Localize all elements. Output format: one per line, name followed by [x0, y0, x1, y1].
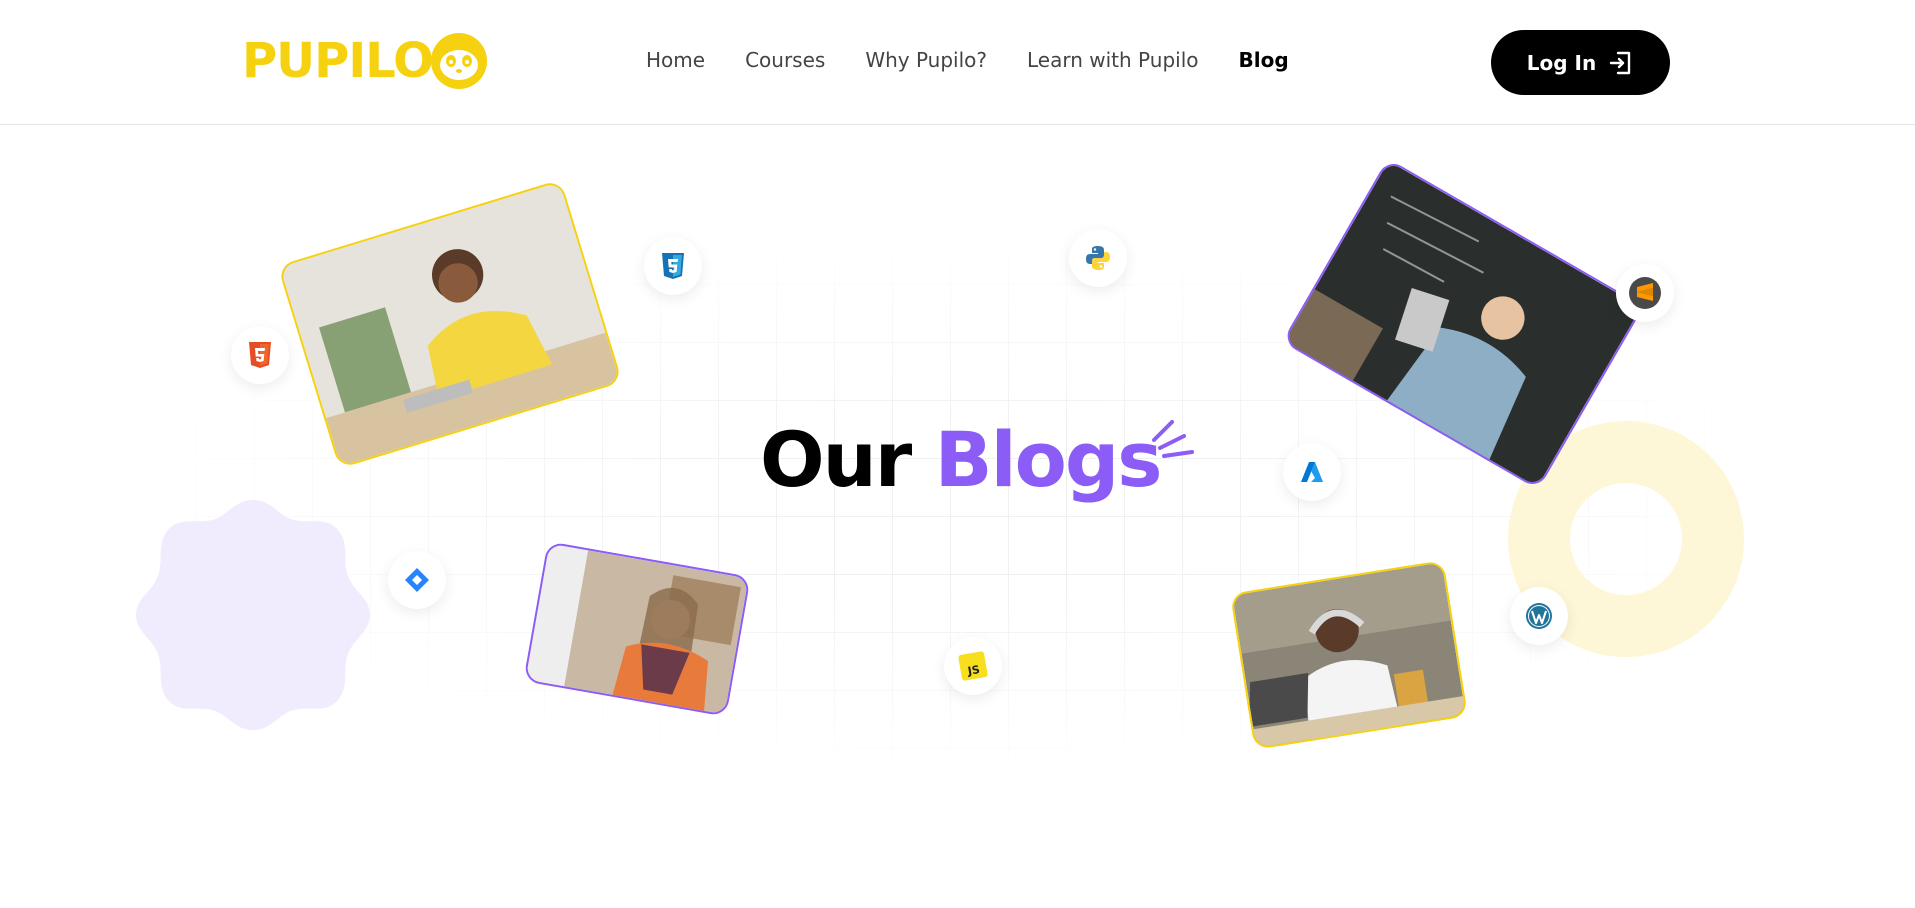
nav-home[interactable]: Home	[646, 48, 705, 72]
lavender-blob-decoration	[136, 500, 370, 730]
login-button[interactable]: Log In	[1491, 30, 1670, 95]
title-word-blogs: Blogs	[934, 415, 1163, 504]
title-word-our: Our	[760, 415, 912, 504]
css3-badge	[644, 237, 702, 295]
sublime-text-badge	[1616, 264, 1674, 322]
wordpress-badge	[1510, 587, 1568, 645]
python-icon	[1086, 246, 1110, 270]
azure-icon	[1301, 462, 1323, 482]
login-icon	[1610, 51, 1631, 74]
page-title: Our Blogs	[760, 414, 1163, 505]
svg-text:JS: JS	[966, 663, 981, 678]
boy-headphones-laptop-photo	[1229, 560, 1469, 750]
blog-hero: Our Blogs JS	[0, 126, 1915, 908]
jira-icon	[405, 568, 429, 592]
javascript-badge: JS	[944, 637, 1002, 695]
jira-badge	[388, 551, 446, 609]
html5-badge	[231, 326, 289, 384]
css3-icon	[662, 253, 684, 279]
logo-wordmark: PUPILO	[242, 33, 434, 89]
wordpress-icon	[1526, 603, 1552, 629]
nav-courses[interactable]: Courses	[745, 48, 825, 72]
nav-why-pupilo[interactable]: Why Pupilo?	[865, 48, 987, 72]
azure-badge	[1283, 443, 1341, 501]
nav-blog[interactable]: Blog	[1239, 48, 1289, 72]
python-badge	[1069, 229, 1127, 287]
javascript-icon: JS	[958, 651, 988, 681]
panda-logo-icon	[430, 33, 487, 89]
sublime-text-icon	[1629, 277, 1661, 309]
login-label: Log In	[1526, 50, 1597, 75]
main-nav: Home Courses Why Pupilo? Learn with Pupi…	[646, 48, 1289, 72]
pupilo-logo[interactable]: PUPILO	[242, 30, 489, 92]
photo-scene	[1232, 562, 1466, 749]
site-header: PUPILO Home Courses Why Pupilo? Learn wi…	[0, 0, 1915, 125]
sparkle-lines-decoration	[1152, 420, 1194, 458]
html5-icon	[249, 342, 271, 368]
nav-learn-with-pupilo[interactable]: Learn with Pupilo	[1027, 48, 1198, 72]
